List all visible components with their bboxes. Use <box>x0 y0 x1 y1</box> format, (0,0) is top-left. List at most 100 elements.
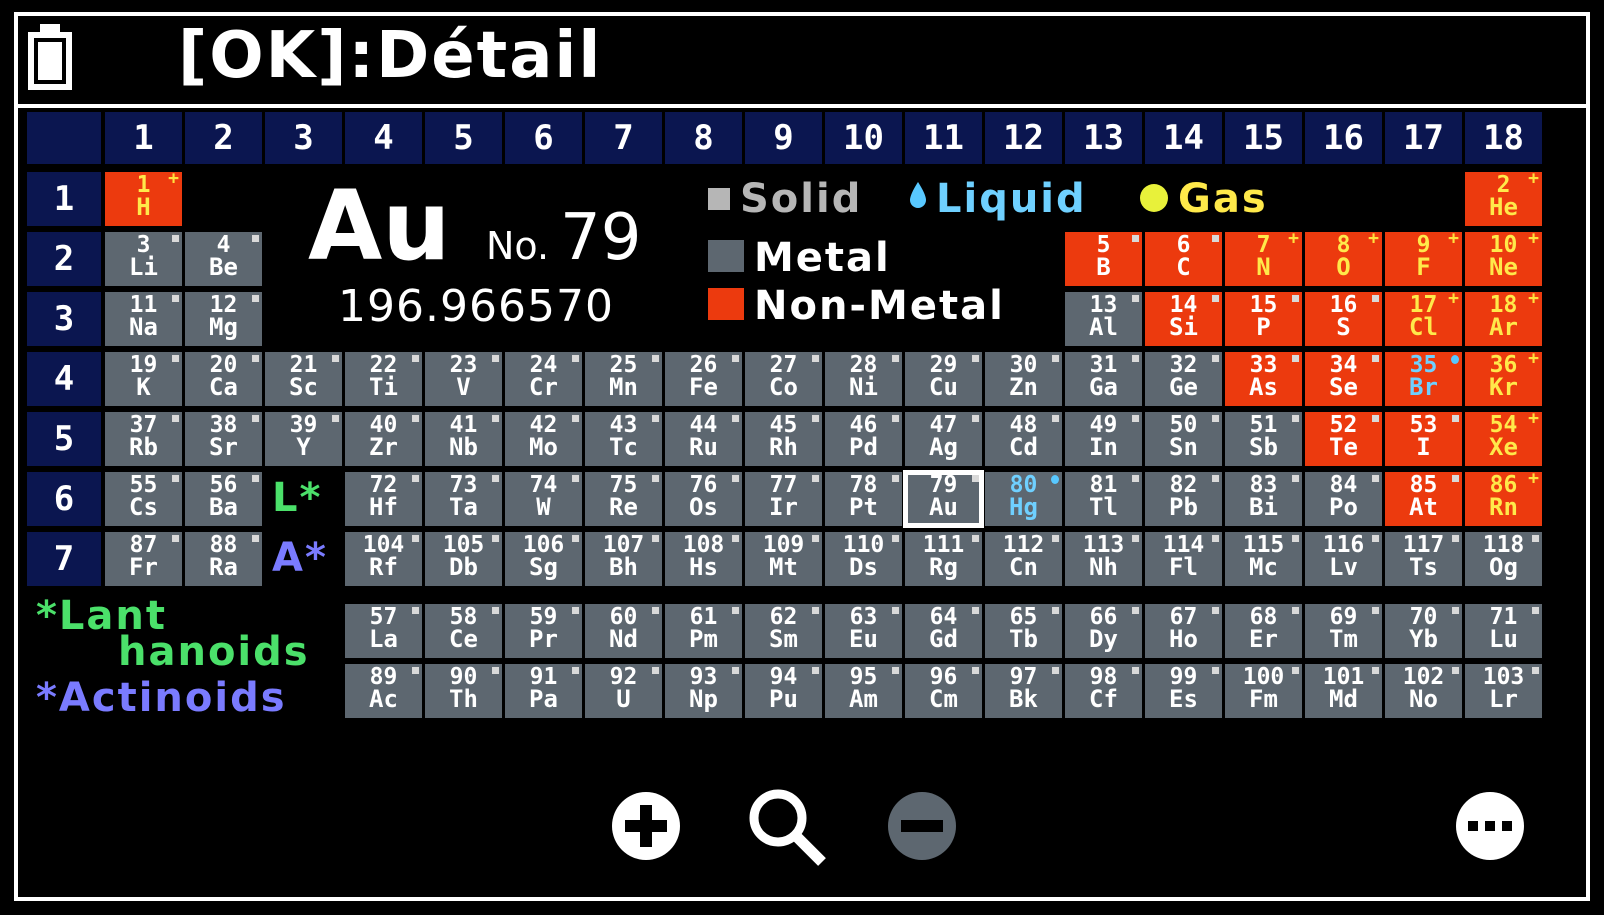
element-cell-w[interactable]: 74 W <box>505 472 582 526</box>
element-cell-rg[interactable]: 111 Rg <box>905 532 982 586</box>
element-cell-hf[interactable]: 72 Hf <box>345 472 422 526</box>
element-cell-gd[interactable]: 64 Gd <box>905 604 982 658</box>
element-cell-fm[interactable]: 100 Fm <box>1225 664 1302 718</box>
element-cell-se[interactable]: 34 Se <box>1305 352 1382 406</box>
element-cell-tc[interactable]: 43 Tc <box>585 412 662 466</box>
element-cell-md[interactable]: 101 Md <box>1305 664 1382 718</box>
element-cell-sg[interactable]: 106 Sg <box>505 532 582 586</box>
element-cell-hs[interactable]: 108 Hs <box>665 532 742 586</box>
element-cell-zr[interactable]: 40 Zr <box>345 412 422 466</box>
element-cell-ir[interactable]: 77 Ir <box>745 472 822 526</box>
element-cell-lr[interactable]: 103 Lr <box>1465 664 1542 718</box>
element-cell-be[interactable]: 4 Be <box>185 232 262 286</box>
element-cell-in[interactable]: 49 In <box>1065 412 1142 466</box>
element-cell-la[interactable]: 57 La <box>345 604 422 658</box>
element-cell-he[interactable]: 2 He + <box>1465 172 1542 226</box>
element-cell-rh[interactable]: 45 Rh <box>745 412 822 466</box>
element-cell-lv[interactable]: 116 Lv <box>1305 532 1382 586</box>
element-cell-n[interactable]: 7 N + <box>1225 232 1302 286</box>
element-cell-dy[interactable]: 66 Dy <box>1065 604 1142 658</box>
element-cell-tb[interactable]: 65 Tb <box>985 604 1062 658</box>
element-cell-po[interactable]: 84 Po <box>1305 472 1382 526</box>
element-cell-pu[interactable]: 94 Pu <box>745 664 822 718</box>
element-cell-b[interactable]: 5B <box>1065 232 1142 286</box>
element-cell-xe[interactable]: 54 Xe + <box>1465 412 1542 466</box>
element-cell-bh[interactable]: 107 Bh <box>585 532 662 586</box>
magnifier-icon[interactable] <box>746 786 828 868</box>
element-cell-as[interactable]: 33 As <box>1225 352 1302 406</box>
element-cell-db[interactable]: 105 Db <box>425 532 502 586</box>
element-cell-s[interactable]: 16 S <box>1305 292 1382 346</box>
element-cell-co[interactable]: 27 Co <box>745 352 822 406</box>
element-cell-ho[interactable]: 67 Ho <box>1145 604 1222 658</box>
element-cell-pr[interactable]: 59 Pr <box>505 604 582 658</box>
element-cell-th[interactable]: 90 Th <box>425 664 502 718</box>
element-cell-np[interactable]: 93 Np <box>665 664 742 718</box>
element-cell-mn[interactable]: 25 Mn <box>585 352 662 406</box>
element-cell-fl[interactable]: 114 Fl <box>1145 532 1222 586</box>
element-cell-ca[interactable]: 20 Ca <box>185 352 262 406</box>
element-cell-cm[interactable]: 96 Cm <box>905 664 982 718</box>
element-cell-si[interactable]: 14 Si <box>1145 292 1222 346</box>
element-cell-rn[interactable]: 86 Rn + <box>1465 472 1542 526</box>
element-cell-cl[interactable]: 17 Cl + <box>1385 292 1462 346</box>
element-cell-pm[interactable]: 61 Pm <box>665 604 742 658</box>
element-cell-ni[interactable]: 28 Ni <box>825 352 902 406</box>
element-cell-tm[interactable]: 69 Tm <box>1305 604 1382 658</box>
element-cell-h[interactable]: 1 H + <box>105 172 182 226</box>
element-cell-mt[interactable]: 109 Mt <box>745 532 822 586</box>
element-cell-sm[interactable]: 62 Sm <box>745 604 822 658</box>
element-cell-c[interactable]: 6C <box>1145 232 1222 286</box>
element-cell-mo[interactable]: 42 Mo <box>505 412 582 466</box>
element-cell-cr[interactable]: 24 Cr <box>505 352 582 406</box>
element-cell-fe[interactable]: 26 Fe <box>665 352 742 406</box>
element-cell-zn[interactable]: 30 Zn <box>985 352 1062 406</box>
element-cell-tl[interactable]: 81 Tl <box>1065 472 1142 526</box>
element-cell-ga[interactable]: 31 Ga <box>1065 352 1142 406</box>
element-cell-f[interactable]: 9 F + <box>1385 232 1462 286</box>
element-cell-eu[interactable]: 63 Eu <box>825 604 902 658</box>
element-cell-cf[interactable]: 98 Cf <box>1065 664 1142 718</box>
element-cell-br[interactable]: 35 Br <box>1385 352 1462 406</box>
element-cell-cd[interactable]: 48 Cd <box>985 412 1062 466</box>
element-cell-i[interactable]: 53 I <box>1385 412 1462 466</box>
element-cell-au[interactable]: 79 Au <box>903 470 984 528</box>
element-cell-bk[interactable]: 97 Bk <box>985 664 1062 718</box>
element-cell-er[interactable]: 68 Er <box>1225 604 1302 658</box>
element-cell-li[interactable]: 3 Li <box>105 232 182 286</box>
element-cell-pa[interactable]: 91 Pa <box>505 664 582 718</box>
element-cell-pt[interactable]: 78 Pt <box>825 472 902 526</box>
minus-circle-icon[interactable] <box>886 790 958 862</box>
element-cell-al[interactable]: 13 Al <box>1065 292 1142 346</box>
element-cell-kr[interactable]: 36 Kr + <box>1465 352 1542 406</box>
element-cell-rb[interactable]: 37 Rb <box>105 412 182 466</box>
element-cell-ts[interactable]: 117 Ts <box>1385 532 1462 586</box>
element-cell-na[interactable]: 11 Na <box>105 292 182 346</box>
element-cell-pd[interactable]: 46 Pd <box>825 412 902 466</box>
element-cell-cn[interactable]: 112 Cn <box>985 532 1062 586</box>
element-cell-mc[interactable]: 115 Mc <box>1225 532 1302 586</box>
element-cell-u[interactable]: 92 U <box>585 664 662 718</box>
plus-circle-icon[interactable] <box>610 790 682 862</box>
element-cell-fr[interactable]: 87 Fr <box>105 532 182 586</box>
element-cell-os[interactable]: 76 Os <box>665 472 742 526</box>
element-cell-ru[interactable]: 44 Ru <box>665 412 742 466</box>
element-cell-ar[interactable]: 18 Ar + <box>1465 292 1542 346</box>
element-cell-ba[interactable]: 56 Ba <box>185 472 262 526</box>
element-cell-mg[interactable]: 12 Mg <box>185 292 262 346</box>
element-cell-y[interactable]: 39 Y <box>265 412 342 466</box>
element-cell-ta[interactable]: 73 Ta <box>425 472 502 526</box>
element-cell-ne[interactable]: 10 Ne + <box>1465 232 1542 286</box>
element-cell-at[interactable]: 85 At <box>1385 472 1462 526</box>
element-cell-am[interactable]: 95 Am <box>825 664 902 718</box>
element-cell-nb[interactable]: 41 Nb <box>425 412 502 466</box>
element-cell-es[interactable]: 99 Es <box>1145 664 1222 718</box>
element-cell-ds[interactable]: 110 Ds <box>825 532 902 586</box>
element-cell-sn[interactable]: 50 Sn <box>1145 412 1222 466</box>
element-cell-nd[interactable]: 60 Nd <box>585 604 662 658</box>
element-cell-no[interactable]: 102 No <box>1385 664 1462 718</box>
element-cell-p[interactable]: 15 P <box>1225 292 1302 346</box>
element-cell-ra[interactable]: 88 Ra <box>185 532 262 586</box>
element-cell-pb[interactable]: 82 Pb <box>1145 472 1222 526</box>
element-cell-ti[interactable]: 22 Ti <box>345 352 422 406</box>
